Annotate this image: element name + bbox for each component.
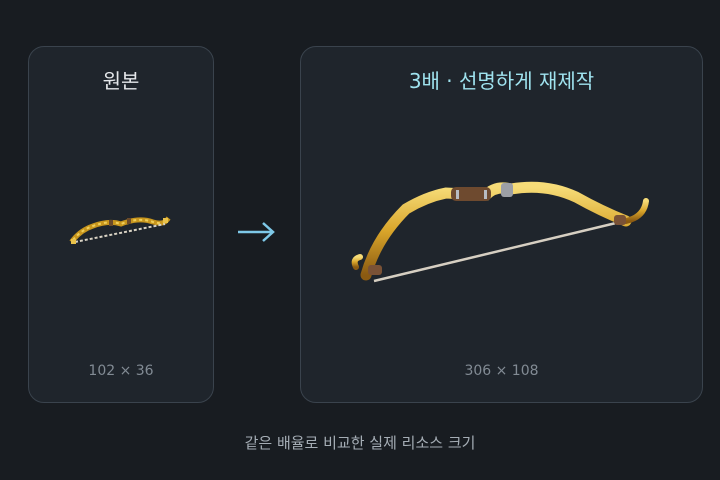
original-title: 원본	[102, 69, 140, 93]
upscaled-dimensions: 306 × 108	[464, 363, 539, 379]
bow-image	[351, 181, 649, 283]
pixel-bow-image	[69, 216, 171, 244]
right-arrow-icon	[238, 222, 275, 242]
upscaled-panel: 3배 · 선명하게 재제작 306 × 108	[300, 46, 703, 403]
original-dimensions: 102 × 36	[88, 363, 154, 379]
original-panel: 원본 102 × 36	[28, 46, 214, 403]
caption: 같은 배율로 비교한 실제 리소스 크기	[244, 434, 476, 452]
upscaled-title: 3배 · 선명하게 재제작	[408, 69, 595, 93]
